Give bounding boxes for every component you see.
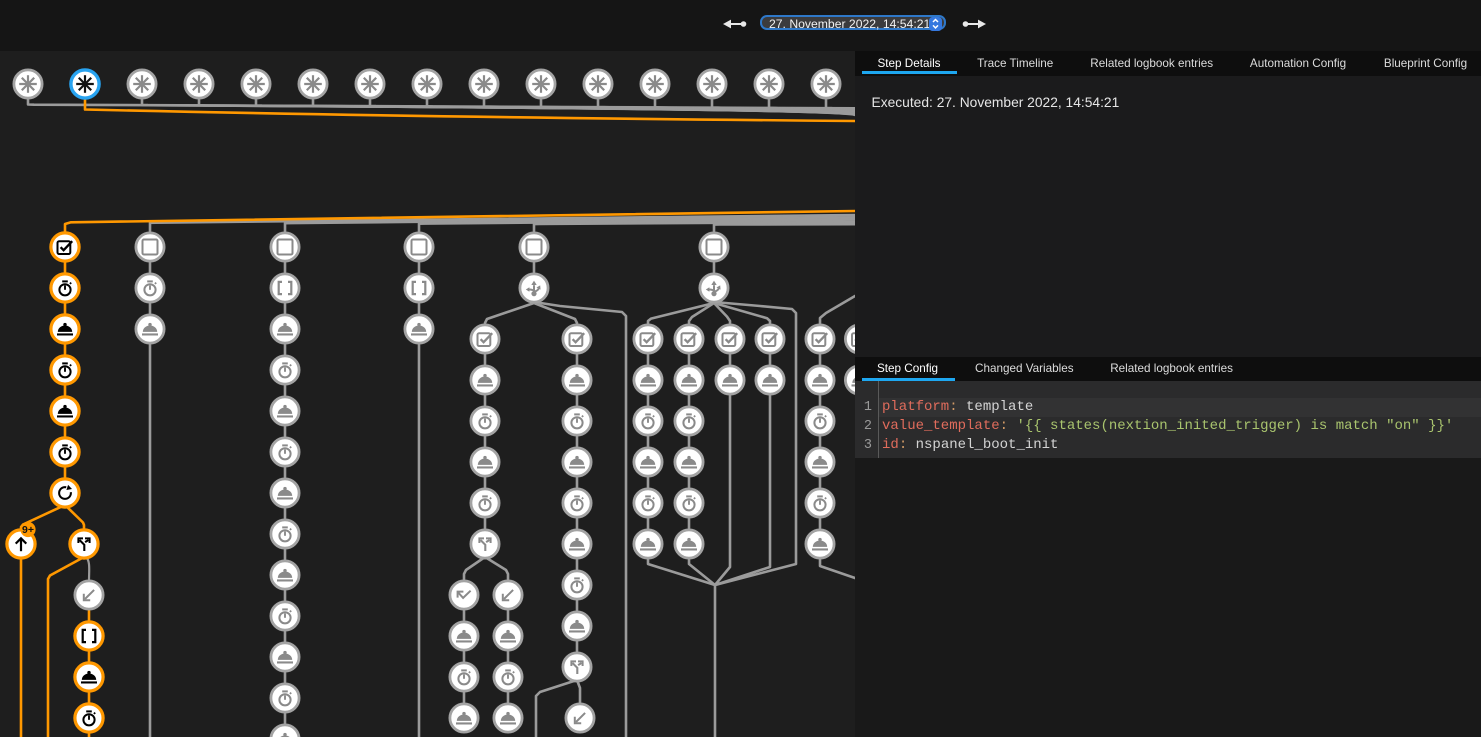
svg-text:9+: 9+: [22, 524, 34, 536]
